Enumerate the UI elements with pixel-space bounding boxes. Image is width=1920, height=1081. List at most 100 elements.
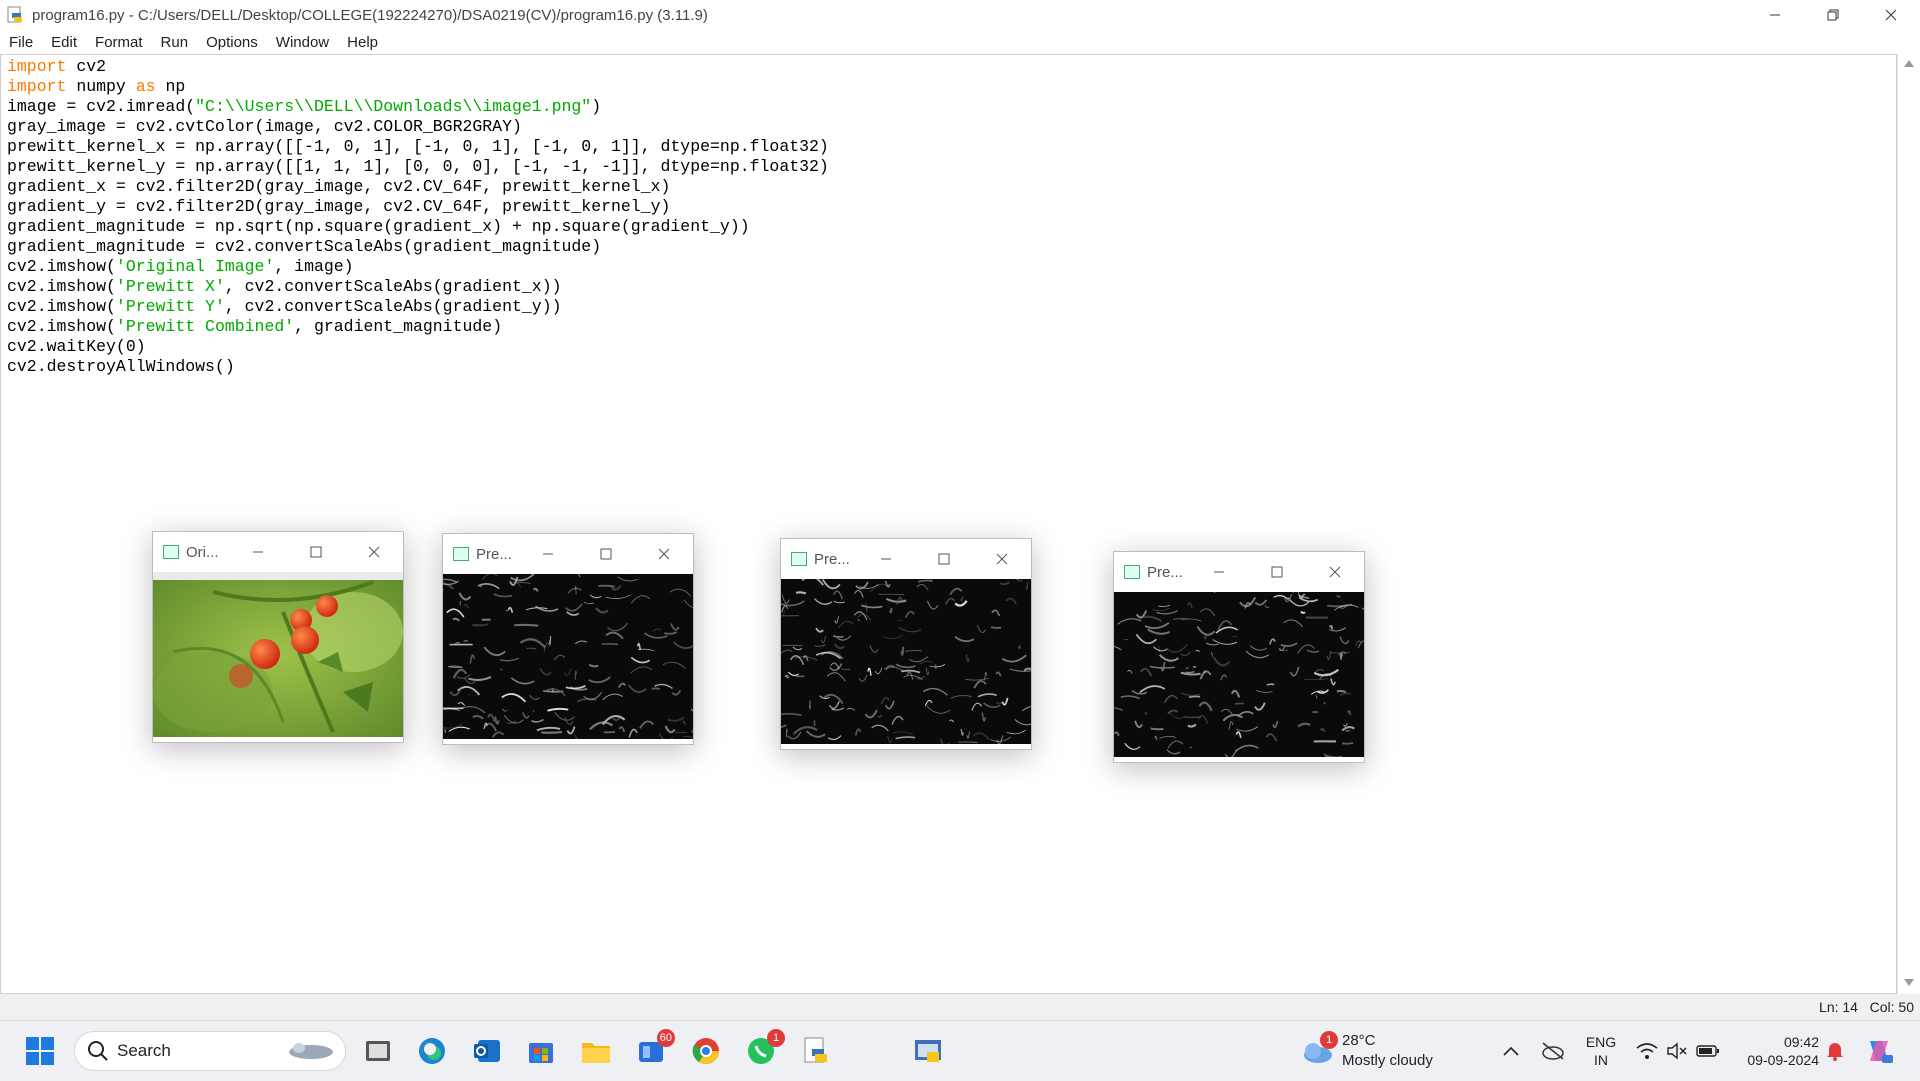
code-line[interactable]: gradient_y = cv2.filter2D(gray_image, cv…	[7, 197, 829, 217]
code-token: gradient_y = cv2.filter2D(gray_image, cv…	[7, 197, 671, 216]
code-line[interactable]: gray_image = cv2.cvtColor(image, cv2.COL…	[7, 117, 829, 137]
code-line[interactable]: cv2.imshow('Prewitt X', cv2.convertScale…	[7, 277, 829, 297]
code-line[interactable]: import numpy as np	[7, 77, 829, 97]
close-icon	[658, 548, 670, 560]
close-icon	[1885, 9, 1897, 21]
idle-editor-button[interactable]	[798, 1033, 834, 1069]
code-line[interactable]: cv2.imshow('Original Image', image)	[7, 257, 829, 277]
teams-store-button[interactable]: 60	[633, 1029, 675, 1069]
menu-help[interactable]: Help	[338, 34, 387, 51]
clock-date: 09-09-2024	[1747, 1052, 1819, 1068]
battery-icon	[1696, 1045, 1719, 1057]
close-button[interactable]	[1862, 0, 1920, 30]
window-title: program16.py - C:/Users/DELL/Desktop/COL…	[32, 6, 708, 24]
file-explorer-button[interactable]	[578, 1033, 614, 1069]
cv-window-titlebar[interactable]: Pre...	[1114, 552, 1364, 592]
edge-button[interactable]	[414, 1033, 450, 1069]
code-line[interactable]: cv2.waitKey(0)	[7, 337, 829, 357]
store-icon	[529, 1043, 553, 1063]
task-view-button[interactable]	[360, 1033, 396, 1069]
cv-window-titlebar[interactable]: Ori...	[153, 532, 403, 572]
python-shell-button[interactable]	[910, 1033, 946, 1069]
code-line[interactable]: cv2.destroyAllWindows()	[7, 357, 829, 377]
search-label: Search	[117, 1041, 171, 1060]
code-line[interactable]: gradient_x = cv2.filter2D(gray_image, cv…	[7, 177, 829, 197]
code-token: 'Original Image'	[115, 257, 275, 276]
menu-edit[interactable]: Edit	[42, 34, 86, 51]
code-line[interactable]: prewitt_kernel_x = np.array([[-1, 0, 1],…	[7, 137, 829, 157]
cursor-position: Ln: 14 Col: 50	[1819, 999, 1914, 1015]
line-number: Ln: 14	[1819, 999, 1858, 1015]
notifications-button[interactable]	[1820, 1033, 1850, 1069]
minimize-button[interactable]	[233, 532, 283, 572]
code-editor[interactable]: import cv2 import numpy as np image = cv2.…	[0, 54, 1897, 994]
cv-window-titlebar[interactable]: Pre...	[781, 539, 1031, 579]
code-line[interactable]: gradient_magnitude = cv2.convertScaleAbs…	[7, 237, 829, 257]
battery-button[interactable]	[1693, 1033, 1723, 1069]
code-token: gradient_magnitude = np.sqrt(np.square(g…	[7, 217, 750, 236]
microsoft-store-button[interactable]	[523, 1033, 559, 1069]
maximize-button[interactable]	[1252, 552, 1302, 592]
copilot-button[interactable]	[1862, 1033, 1896, 1069]
menu-window[interactable]: Window	[267, 34, 338, 51]
cv-window-prewitt-combined[interactable]: Pre...	[1102, 551, 1380, 763]
close-button[interactable]	[1310, 552, 1360, 592]
prewitt-y-image	[763, 574, 1045, 748]
close-button[interactable]	[349, 532, 399, 572]
maximize-button[interactable]	[291, 532, 341, 572]
chrome-button[interactable]	[688, 1033, 724, 1069]
start-button[interactable]	[22, 1033, 58, 1069]
code-token: )	[591, 97, 602, 116]
close-button[interactable]	[977, 539, 1027, 579]
restore-icon	[1827, 9, 1839, 21]
minimize-button[interactable]	[861, 539, 911, 579]
cv-window-title: Pre...	[814, 550, 850, 568]
minimize-button[interactable]	[1746, 0, 1804, 30]
cv-window-titlebar[interactable]: Pre...	[443, 534, 693, 574]
minimize-button[interactable]	[1194, 552, 1244, 592]
language-indicator[interactable]: ENG IN	[1581, 1033, 1621, 1069]
clock[interactable]: 09:42 09-09-2024	[1733, 1033, 1819, 1069]
original-image	[153, 572, 403, 737]
minimize-button[interactable]	[523, 534, 573, 574]
code-token: gray_image = cv2.cvtColor(image, cv2.COL…	[7, 117, 522, 136]
code-token: cv2	[66, 57, 107, 76]
code-text[interactable]: import cv2 import numpy as np image = cv2.…	[7, 57, 829, 377]
menu-run[interactable]: Run	[152, 34, 198, 51]
cv-window-prewitt-y[interactable]: Pre...	[763, 538, 1045, 750]
volume-button[interactable]	[1663, 1033, 1691, 1069]
code-token: 'Prewitt X'	[115, 277, 225, 296]
minimize-icon	[543, 553, 553, 555]
prewitt-combined-image	[1102, 584, 1380, 761]
close-button[interactable]	[639, 534, 689, 574]
vertical-scrollbar[interactable]	[1897, 54, 1920, 994]
code-line[interactable]: cv2.imshow('Prewitt Y', cv2.convertScale…	[7, 297, 829, 317]
cv-window-original[interactable]: Ori...	[152, 531, 404, 743]
taskbar-search[interactable]: Search	[74, 1031, 346, 1071]
code-line[interactable]: image = cv2.imread("C:\\Users\\DELL\\Dow…	[7, 97, 829, 117]
menu-options[interactable]: Options	[197, 34, 267, 51]
scroll-up-icon[interactable]	[1904, 60, 1914, 67]
restore-button[interactable]	[1804, 0, 1862, 30]
cv-window-prewitt-x[interactable]: Pre...	[420, 533, 702, 746]
menu-file[interactable]: File	[0, 34, 42, 51]
maximize-button[interactable]	[581, 534, 631, 574]
code-line[interactable]: import cv2	[7, 57, 829, 77]
wifi-button[interactable]	[1633, 1033, 1661, 1069]
whatsapp-button[interactable]: 1	[743, 1029, 785, 1069]
cv-window-title: Pre...	[476, 545, 512, 563]
show-hidden-icons-button[interactable]	[1496, 1033, 1526, 1069]
chrome-icon	[692, 1038, 720, 1065]
scroll-down-icon[interactable]	[1904, 979, 1914, 986]
code-token: , cv2.convertScaleAbs(gradient_x))	[224, 277, 562, 296]
menu-format[interactable]: Format	[86, 34, 152, 51]
code-token: import	[7, 77, 67, 96]
maximize-button[interactable]	[919, 539, 969, 579]
code-token: prewitt_kernel_y = np.array([[1, 1, 1], …	[7, 157, 829, 176]
code-line[interactable]: gradient_magnitude = np.sqrt(np.square(g…	[7, 217, 829, 237]
code-token: as	[135, 77, 156, 96]
code-line[interactable]: cv2.imshow('Prewitt Combined', gradient_…	[7, 317, 829, 337]
onedrive-button[interactable]	[1537, 1033, 1569, 1069]
code-line[interactable]: prewitt_kernel_y = np.array([[1, 1, 1], …	[7, 157, 829, 177]
outlook-button[interactable]	[469, 1033, 505, 1069]
